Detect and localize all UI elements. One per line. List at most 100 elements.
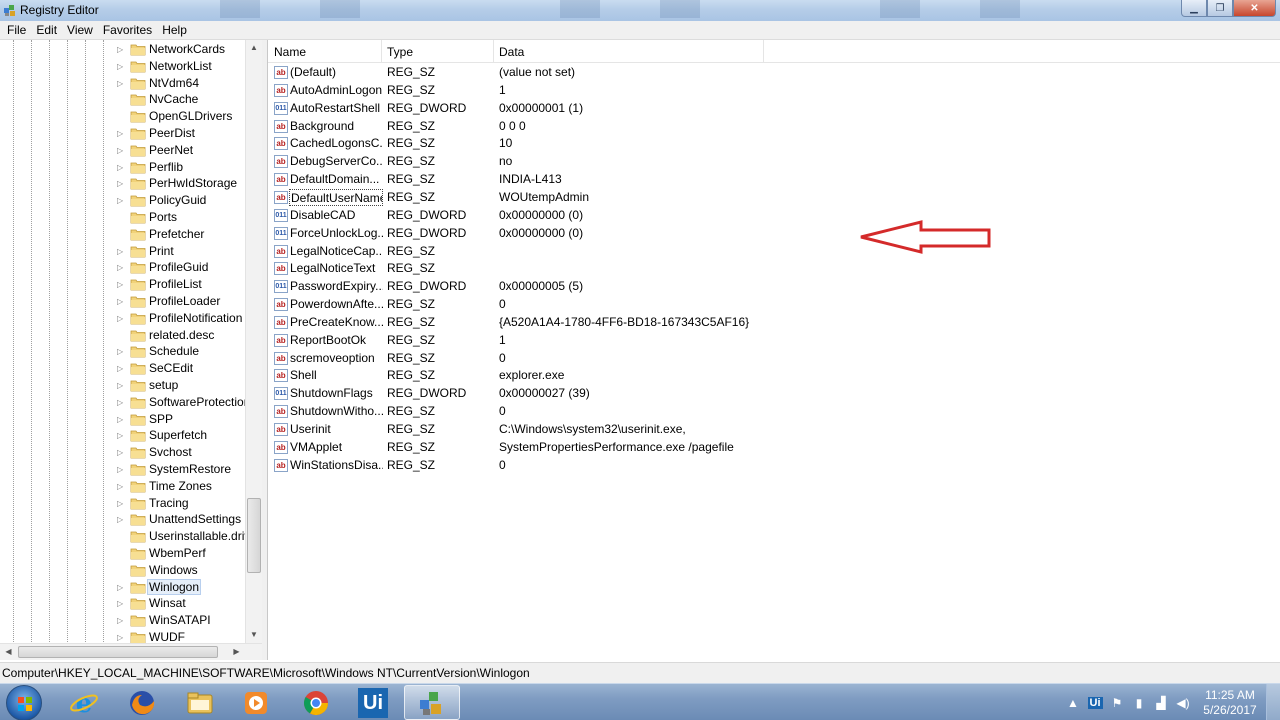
- expand-arrow-icon[interactable]: ▷: [117, 482, 123, 491]
- tree-item[interactable]: ▷ setup: [0, 377, 261, 394]
- expand-arrow-icon[interactable]: ▷: [117, 45, 123, 54]
- registry-tree[interactable]: ▷ NetworkCards ▷ NetworkList ▷ NtVdm64 NvCache…: [0, 40, 262, 660]
- column-data-header[interactable]: Data: [499, 45, 524, 59]
- expand-arrow-icon[interactable]: ▷: [117, 448, 123, 457]
- taskbar-registry-editor[interactable]: [404, 685, 460, 720]
- tree-item[interactable]: Userinstallable.drivers: [0, 528, 261, 545]
- value-row[interactable]: ab Userinit REG_SZ C:\Windows\system32\user…: [268, 421, 1280, 439]
- tree-item[interactable]: ▷ PeerDist: [0, 125, 261, 142]
- scrollbar-thumb[interactable]: [18, 646, 218, 658]
- expand-arrow-icon[interactable]: ▷: [117, 364, 123, 373]
- action-center-icon[interactable]: ⚑: [1106, 693, 1128, 713]
- value-row[interactable]: 011 ForceUnlockLog... REG_DWORD 0x00000000 …: [268, 225, 1280, 243]
- taskbar-uipath[interactable]: Ui: [345, 685, 401, 720]
- tree-item[interactable]: WbemPerf: [0, 545, 261, 562]
- expand-arrow-icon[interactable]: ▷: [117, 616, 123, 625]
- taskbar-firefox[interactable]: [114, 685, 170, 720]
- tree-item[interactable]: ▷ ProfileGuid: [0, 259, 261, 276]
- column-type-header[interactable]: Type: [387, 45, 413, 59]
- tree-item[interactable]: ▷ Winsat: [0, 595, 261, 612]
- column-name-header[interactable]: Name: [274, 45, 306, 59]
- tree-item[interactable]: ▷ Winlogon: [0, 578, 261, 596]
- tree-item[interactable]: ▷ WinSATAPI: [0, 612, 261, 629]
- show-desktop-button[interactable]: [1266, 684, 1280, 720]
- volume-icon[interactable]: ◀): [1172, 693, 1194, 713]
- value-row[interactable]: 011 DisableCAD REG_DWORD 0x00000000 (0): [268, 207, 1280, 225]
- taskbar-media-player[interactable]: [228, 685, 284, 720]
- scroll-up-icon[interactable]: ▲: [246, 40, 262, 55]
- value-row[interactable]: 011 PasswordExpiry... REG_DWORD 0x00000005 …: [268, 278, 1280, 296]
- value-row[interactable]: ab ReportBootOk REG_SZ 1: [268, 332, 1280, 350]
- tree-item[interactable]: Prefetcher: [0, 226, 261, 243]
- menu-view[interactable]: View: [62, 23, 98, 37]
- expand-arrow-icon[interactable]: ▷: [117, 314, 123, 323]
- tree-item[interactable]: ▷SoftwareProtectionPlatform: [0, 394, 261, 411]
- values-list[interactable]: Name Type Data ab (Default) REG_SZ (value n…: [267, 40, 1280, 660]
- value-row[interactable]: ab LegalNoticeText REG_SZ: [268, 260, 1280, 278]
- tree-item[interactable]: related.desc: [0, 327, 261, 344]
- menu-favorites[interactable]: Favorites: [98, 23, 157, 37]
- tree-item[interactable]: ▷ Print: [0, 243, 261, 260]
- clock[interactable]: 11:25 AM 5/26/2017: [1194, 688, 1266, 718]
- tree-item[interactable]: Ports: [0, 209, 261, 226]
- tree-item[interactable]: ▷ UnattendSettings: [0, 511, 261, 528]
- tree-vertical-scrollbar[interactable]: ▲ ▼: [245, 40, 262, 643]
- tree-item[interactable]: ▷ Time Zones: [0, 478, 261, 495]
- tree-item[interactable]: Windows: [0, 562, 261, 579]
- tree-item[interactable]: ▷ PeerNet: [0, 142, 261, 159]
- value-row[interactable]: ab (Default) REG_SZ (value not set): [268, 64, 1280, 82]
- expand-arrow-icon[interactable]: ▷: [117, 263, 123, 272]
- menu-edit[interactable]: Edit: [31, 23, 62, 37]
- tree-item[interactable]: ▷ NetworkList: [0, 58, 261, 75]
- tree-item[interactable]: ▷ PerHwIdStorage: [0, 175, 261, 192]
- tree-item[interactable]: NvCache: [0, 91, 261, 108]
- restore-button[interactable]: ❐: [1207, 0, 1233, 17]
- value-row[interactable]: ab scremoveoption REG_SZ 0: [268, 350, 1280, 368]
- tree-item[interactable]: ▷ Perflib: [0, 159, 261, 176]
- scroll-down-icon[interactable]: ▼: [246, 627, 262, 642]
- tree-item[interactable]: ▷ Tracing: [0, 495, 261, 512]
- taskbar-internet-explorer[interactable]: e: [56, 685, 112, 720]
- tree-item[interactable]: ▷ NtVdm64: [0, 75, 261, 92]
- expand-arrow-icon[interactable]: ▷: [117, 465, 123, 474]
- expand-arrow-icon[interactable]: ▷: [117, 196, 123, 205]
- expand-arrow-icon[interactable]: ▷: [117, 499, 123, 508]
- expand-arrow-icon[interactable]: ▷: [117, 633, 123, 642]
- tree-item[interactable]: ▷ NetworkCards: [0, 41, 261, 58]
- taskbar-file-explorer[interactable]: [172, 685, 228, 720]
- expand-arrow-icon[interactable]: ▷: [117, 62, 123, 71]
- value-row[interactable]: 011 ShutdownFlags REG_DWORD 0x00000027 (39): [268, 385, 1280, 403]
- expand-arrow-icon[interactable]: ▷: [117, 146, 123, 155]
- tree-item[interactable]: ▷ ProfileList: [0, 276, 261, 293]
- expand-arrow-icon[interactable]: ▷: [117, 431, 123, 440]
- value-row[interactable]: ab LegalNoticeCap... REG_SZ: [268, 243, 1280, 261]
- tree-item[interactable]: ▷ Superfetch: [0, 427, 261, 444]
- expand-arrow-icon[interactable]: ▷: [117, 163, 123, 172]
- value-row[interactable]: ab DebugServerCo... REG_SZ no: [268, 153, 1280, 171]
- start-button[interactable]: [6, 685, 42, 720]
- network-icon[interactable]: ▟: [1150, 693, 1172, 713]
- tree-item[interactable]: ▷ PolicyGuid: [0, 192, 261, 209]
- scrollbar-thumb[interactable]: [247, 498, 261, 573]
- expand-arrow-icon[interactable]: ▷: [117, 515, 123, 524]
- taskbar-chrome[interactable]: [288, 685, 344, 720]
- expand-arrow-icon[interactable]: ▷: [117, 297, 123, 306]
- expand-arrow-icon[interactable]: ▷: [117, 129, 123, 138]
- value-row[interactable]: ab DefaultDomain... REG_SZ INDIA-L413: [268, 171, 1280, 189]
- expand-arrow-icon[interactable]: ▷: [117, 398, 123, 407]
- value-row[interactable]: ab WinStationsDisa... REG_SZ 0: [268, 457, 1280, 475]
- tree-item[interactable]: ▷ SeCEdit: [0, 360, 261, 377]
- expand-arrow-icon[interactable]: ▷: [117, 415, 123, 424]
- value-row[interactable]: ab DefaultUserName REG_SZ WOUtempAdmin: [268, 188, 1280, 207]
- value-row[interactable]: ab ShutdownWitho... REG_SZ 0: [268, 403, 1280, 421]
- value-row[interactable]: 011 AutoRestartShell REG_DWORD 0x00000001 (…: [268, 100, 1280, 118]
- close-button[interactable]: ✕: [1233, 0, 1276, 17]
- value-row[interactable]: ab Background REG_SZ 0 0 0: [268, 118, 1280, 136]
- tree-item[interactable]: ▷ ProfileNotification: [0, 310, 261, 327]
- tree-item[interactable]: ▷ Svchost: [0, 444, 261, 461]
- menu-help[interactable]: Help: [157, 23, 192, 37]
- expand-arrow-icon[interactable]: ▷: [117, 583, 123, 592]
- battery-icon[interactable]: ▮: [1128, 693, 1150, 713]
- value-row[interactable]: ab Shell REG_SZ explorer.exe: [268, 367, 1280, 385]
- expand-arrow-icon[interactable]: ▷: [117, 247, 123, 256]
